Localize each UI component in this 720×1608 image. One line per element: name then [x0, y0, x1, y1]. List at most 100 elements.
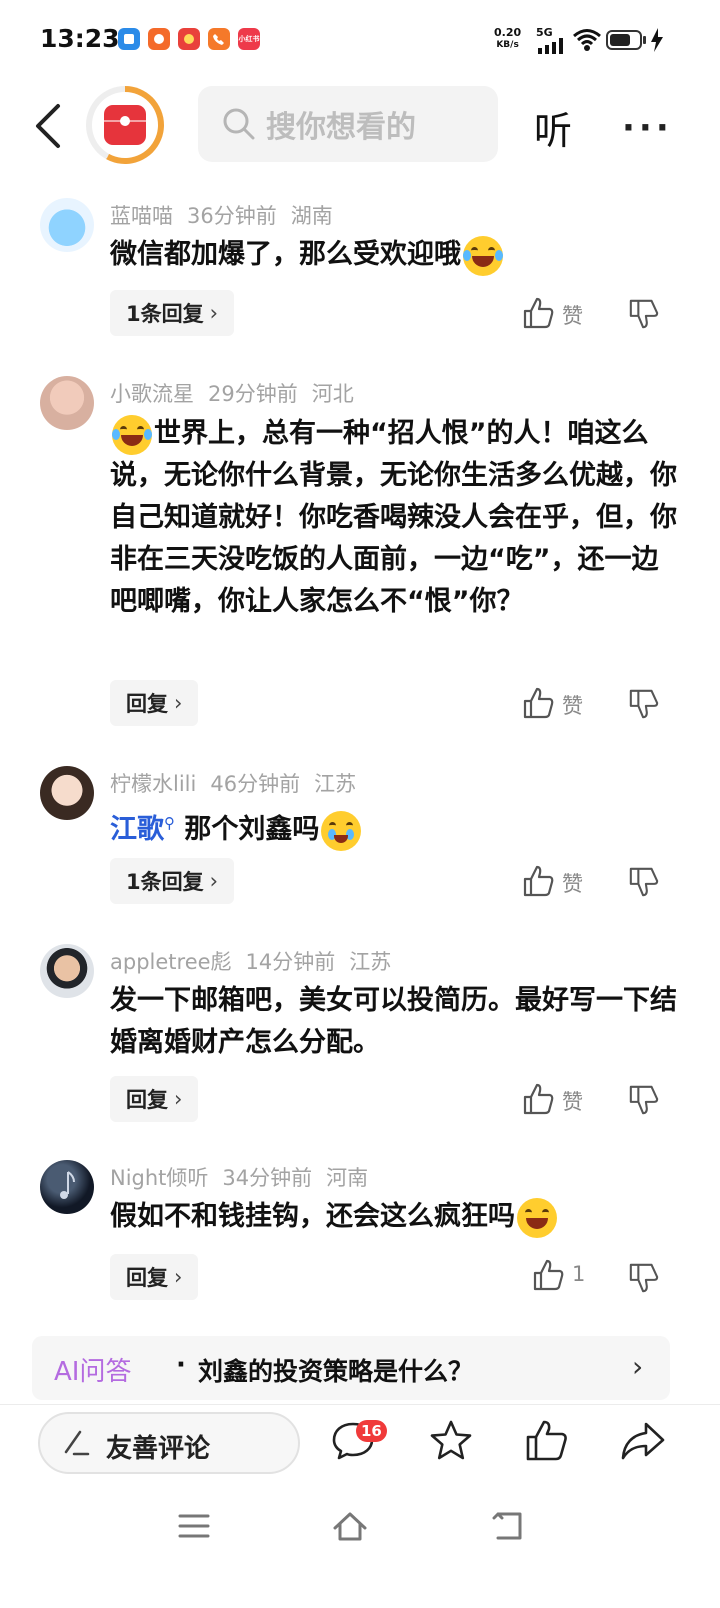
- grinning-emoji-icon: [517, 1197, 557, 1238]
- chevron-right-icon: ›: [209, 301, 219, 325]
- chevron-right-icon: ›: [174, 691, 183, 715]
- comment-time: 46分钟前: [210, 772, 301, 796]
- avatar[interactable]: [40, 766, 94, 820]
- comment-location: 江苏: [314, 772, 357, 796]
- dislike-icon[interactable]: [628, 866, 660, 898]
- ai-separator: ·: [176, 1350, 186, 1380]
- reply-label: 1条回复: [126, 302, 204, 326]
- comment-meta: 蓝喵喵 36分钟前 湖南: [110, 200, 347, 230]
- reply-button[interactable]: 1条回复 ›: [110, 858, 235, 904]
- chevron-right-icon: ›: [209, 869, 219, 893]
- net-speed-value: 0.20: [494, 26, 522, 39]
- like-label[interactable]: 赞: [562, 868, 583, 898]
- back-button[interactable]: [30, 102, 70, 150]
- reply-label: 回复: [126, 1088, 168, 1112]
- more-button[interactable]: ···: [622, 108, 673, 148]
- net-speed: 0.20 KB/s: [494, 26, 521, 52]
- comment-location: 湖南: [290, 204, 333, 228]
- battery-tip: [643, 36, 646, 44]
- net-speed-unit: KB/s: [496, 40, 519, 50]
- signal-icon: [538, 38, 563, 54]
- dislike-icon[interactable]: [628, 688, 660, 720]
- comment-text-content: 世界上，总有一种“招人恨”的人！咱这么说，无论你什么背景，无论你生活多么优越，你…: [110, 418, 677, 617]
- comment-user[interactable]: appletree彪: [110, 950, 232, 974]
- star-icon[interactable]: [428, 1418, 474, 1464]
- charging-icon: [651, 28, 663, 52]
- comment-location: 河南: [326, 1166, 369, 1190]
- ai-question: 刘鑫的投资策略是什么？: [198, 1357, 474, 1386]
- phone-notification-icon: [208, 28, 230, 50]
- comment-user[interactable]: 蓝喵喵: [110, 204, 173, 228]
- comment-time: 14分钟前: [245, 950, 336, 974]
- reply-button[interactable]: 回复 ›: [110, 1254, 199, 1300]
- status-app-icons: 小红书: [118, 28, 260, 50]
- ai-tag: AI问答: [54, 1357, 132, 1387]
- comment-text: 江歌⚲ 那个刘鑫吗: [110, 802, 680, 851]
- wifi-icon: [573, 29, 601, 51]
- comment-text: 微信都加爆了，那么受欢迎哦: [110, 234, 680, 276]
- back-nav-icon[interactable]: [490, 1508, 526, 1544]
- like-icon[interactable]: [522, 686, 556, 720]
- listen-button[interactable]: 听: [534, 100, 572, 155]
- comment-text-content: 假如不和钱挂钩，还会这么疯狂吗: [110, 1201, 515, 1232]
- app-notification-icon: [118, 28, 140, 50]
- search-placeholder: 搜你想看的: [266, 110, 416, 145]
- comment-text: 发一下邮箱吧，美女可以投简历。最好写一下结婚离婚财产怎么分配。: [110, 985, 677, 1058]
- avatar[interactable]: [40, 944, 94, 998]
- status-bar: 13:23 小红书 0.20 KB/s 5G: [0, 0, 720, 82]
- comment-text: 假如不和钱挂钩，还会这么疯狂吗: [110, 1196, 680, 1238]
- app-notification-icon: [178, 28, 200, 50]
- reply-label: 回复: [126, 692, 168, 716]
- reply-button[interactable]: 1条回复 ›: [110, 290, 235, 336]
- comment-time: 34分钟前: [222, 1166, 313, 1190]
- home-nav-icon[interactable]: [332, 1508, 368, 1544]
- menu-nav-icon[interactable]: [176, 1508, 212, 1544]
- reply-button[interactable]: 回复 ›: [110, 680, 199, 726]
- comment-meta: 柠檬水lili 46分钟前 江苏: [110, 768, 370, 798]
- search-bar[interactable]: 搜你想看的: [198, 86, 498, 162]
- app-logo-button[interactable]: [86, 86, 164, 164]
- like-label[interactable]: 赞: [562, 1086, 583, 1116]
- dislike-icon[interactable]: [628, 1262, 660, 1294]
- comment-text-content: 微信都加爆了，那么受欢迎哦: [110, 239, 461, 270]
- like-icon[interactable]: [522, 1082, 556, 1116]
- chevron-right-icon: ›: [174, 1087, 183, 1111]
- pen-icon: [64, 1430, 90, 1456]
- reply-button[interactable]: 回复 ›: [110, 1076, 199, 1122]
- like-icon[interactable]: [522, 864, 556, 898]
- avatar[interactable]: [40, 198, 94, 252]
- avatar[interactable]: [40, 1160, 94, 1214]
- comment-count-badge: 16: [356, 1420, 387, 1442]
- ai-question-banner[interactable]: AI问答 · 刘鑫的投资策略是什么？ ›: [32, 1336, 670, 1400]
- like-count[interactable]: 1: [572, 1262, 585, 1286]
- comment-time: 29分钟前: [208, 382, 298, 406]
- comment-meta: Night倾听 34分钟前 河南: [110, 1162, 382, 1192]
- like-icon[interactable]: [532, 1258, 566, 1292]
- battery-icon: [606, 30, 642, 50]
- status-time: 13:23: [40, 24, 120, 53]
- dislike-icon[interactable]: [628, 1084, 660, 1116]
- app-notification-icon: 小红书: [238, 28, 260, 50]
- mention-search-icon: ⚲: [164, 814, 175, 832]
- dislike-icon[interactable]: [628, 298, 660, 330]
- music-note-icon: [60, 1171, 75, 1199]
- comment-location: 江苏: [349, 950, 392, 974]
- avatar[interactable]: [40, 376, 94, 430]
- comment-input-label: 友善评论: [106, 1434, 211, 1464]
- comment-user[interactable]: Night倾听: [110, 1166, 208, 1190]
- comment-user[interactable]: 柠檬水lili: [110, 772, 196, 796]
- like-label[interactable]: 赞: [562, 300, 583, 330]
- laughing-crying-emoji-icon: [112, 414, 152, 455]
- share-icon[interactable]: [620, 1418, 666, 1464]
- like-icon[interactable]: [524, 1418, 570, 1464]
- like-icon[interactable]: [522, 296, 556, 330]
- chevron-right-icon: ›: [632, 1350, 644, 1383]
- comment-user[interactable]: 小歌流星: [110, 382, 194, 406]
- search-icon: [223, 108, 255, 140]
- mention-link[interactable]: 江歌: [110, 814, 164, 845]
- toutiao-logo-icon: [104, 105, 146, 145]
- comment-meta: appletree彪 14分钟前 江苏: [110, 946, 405, 976]
- app-notification-icon: [148, 28, 170, 50]
- like-label[interactable]: 赞: [562, 690, 583, 720]
- comment-input[interactable]: 友善评论: [38, 1412, 300, 1474]
